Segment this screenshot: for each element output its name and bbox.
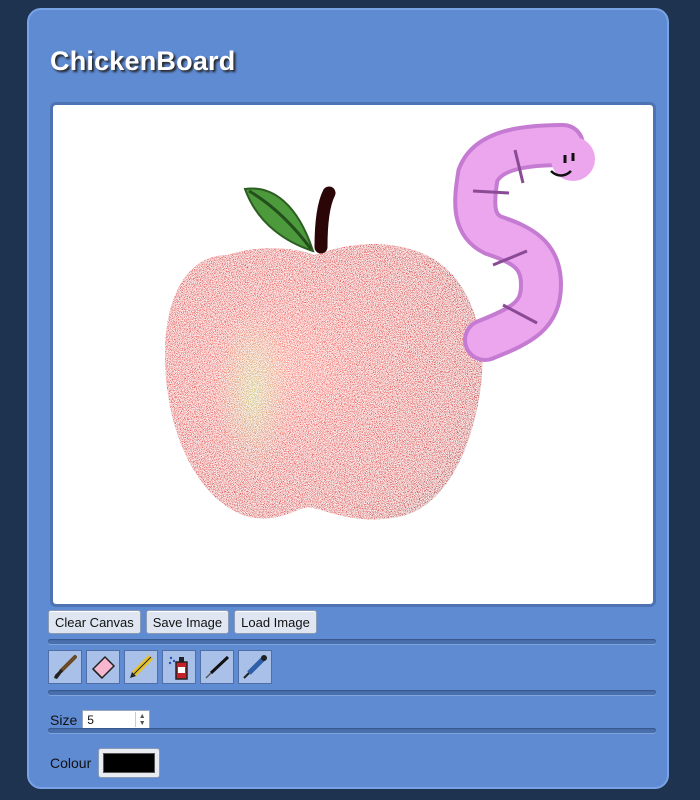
stepper-down-icon[interactable]: ▼ xyxy=(139,720,146,727)
eraser-icon xyxy=(91,655,116,680)
spray-can-icon xyxy=(168,656,188,680)
colour-picker[interactable] xyxy=(98,748,161,778)
save-image-button[interactable]: Save Image xyxy=(145,610,230,634)
app-panel: ChickenBoard Clear Canvas Save Image Loa… xyxy=(27,8,669,789)
size-input[interactable]: 5 ▲ ▼ xyxy=(82,710,151,729)
colour-swatch xyxy=(103,753,156,773)
tool-eyedropper[interactable] xyxy=(238,650,272,684)
divider xyxy=(48,690,656,695)
tool-palette xyxy=(48,650,272,684)
tool-spray[interactable] xyxy=(162,650,196,684)
stepper-up-icon[interactable]: ▲ xyxy=(139,713,146,720)
load-image-button[interactable]: Load Image xyxy=(234,610,317,634)
tool-brush[interactable] xyxy=(48,650,82,684)
drawing-canvas[interactable] xyxy=(50,102,656,607)
worm-drawing xyxy=(453,123,595,362)
tool-eraser[interactable] xyxy=(86,650,120,684)
canvas-drawing xyxy=(165,123,595,520)
tool-pencil[interactable] xyxy=(124,650,158,684)
size-value: 5 xyxy=(87,712,94,727)
size-stepper[interactable]: ▲ ▼ xyxy=(135,712,148,727)
colour-label: Colour xyxy=(50,755,92,771)
apple-drawing xyxy=(165,244,483,520)
pencil-icon xyxy=(130,654,154,678)
size-label: Size xyxy=(50,711,78,728)
divider xyxy=(48,728,656,733)
tool-pen[interactable] xyxy=(200,650,234,684)
clear-canvas-button[interactable]: Clear Canvas xyxy=(48,610,141,634)
pen-icon xyxy=(205,655,230,679)
divider xyxy=(48,639,656,644)
app-title: ChickenBoard xyxy=(50,46,236,76)
eyedropper-icon xyxy=(243,655,267,679)
brush-icon xyxy=(54,655,77,679)
